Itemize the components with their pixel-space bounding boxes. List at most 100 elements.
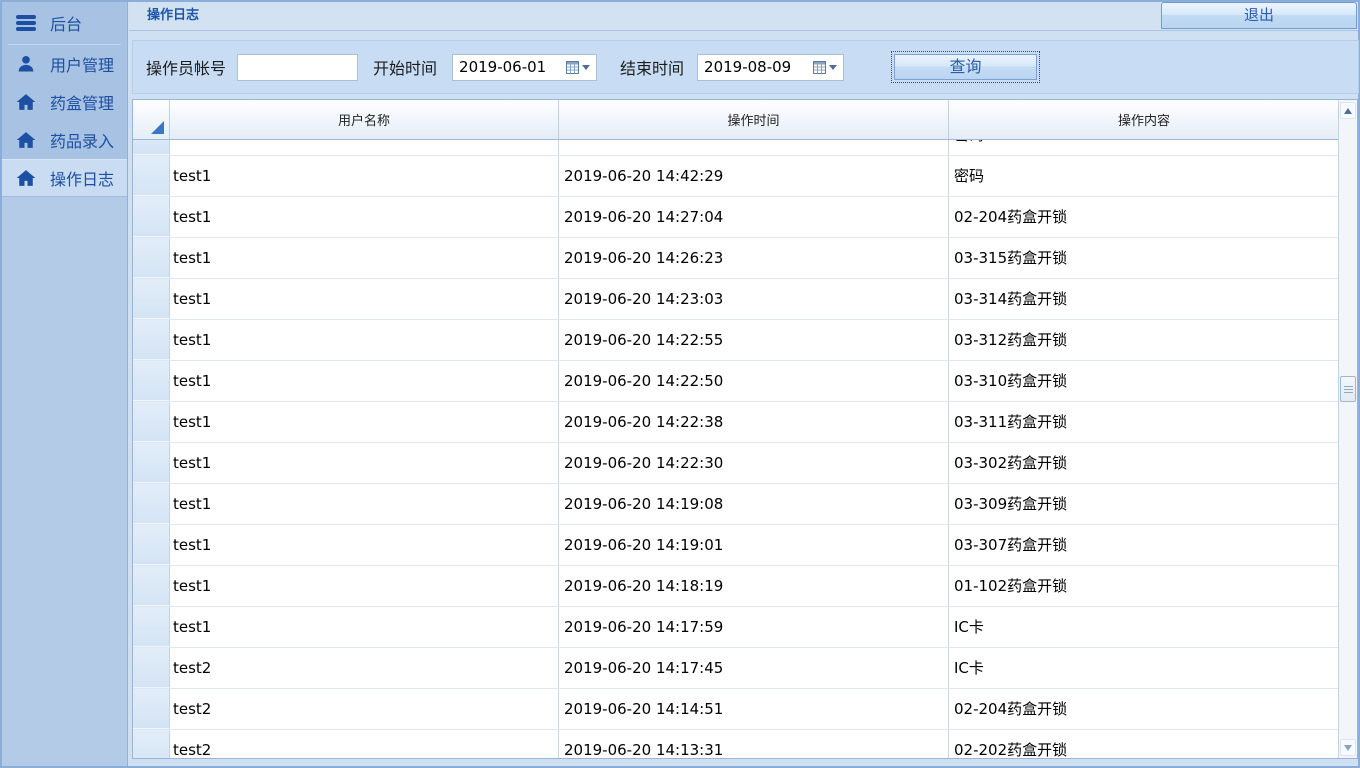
row-selector-cell[interactable] — [133, 443, 170, 483]
row-selector-cell[interactable] — [133, 320, 170, 360]
logout-button[interactable]: 退出 — [1161, 2, 1357, 29]
clipped-table-row[interactable]: test1 2019-06-20 14:45:46 密码 — [133, 140, 1338, 156]
row-selector-cell[interactable] — [133, 689, 170, 729]
menu-icon[interactable] — [14, 11, 38, 35]
scrollbar-up-button[interactable] — [1340, 102, 1356, 119]
cell-username[interactable]: test2 — [170, 689, 559, 729]
cell-username[interactable]: test1 — [170, 156, 559, 196]
cell-username[interactable]: test1 — [170, 484, 559, 524]
end-date-picker[interactable]: 2019-08-09 — [697, 54, 844, 81]
cell-username[interactable]: test1 — [170, 238, 559, 278]
column-header-username[interactable]: 用户名称 — [170, 100, 559, 139]
scrollbar-down-button[interactable] — [1340, 739, 1356, 756]
table-row[interactable]: test1 2019-06-20 14:23:03 03-314药盒开锁 — [133, 279, 1338, 320]
cell-operation-time[interactable]: 2019-06-20 14:14:51 — [559, 689, 949, 729]
cell-operation-time[interactable]: 2019-06-20 14:13:31 — [559, 730, 949, 758]
table-row[interactable]: test1 2019-06-20 14:22:30 03-302药盒开锁 — [133, 443, 1338, 484]
cell-operation-content[interactable]: 03-314药盒开锁 — [949, 279, 1338, 319]
sidebar-item-user-management[interactable]: 用户管理 — [2, 45, 127, 83]
table-row[interactable]: test1 2019-06-20 14:18:19 01-102药盒开锁 — [133, 566, 1338, 607]
calendar-icon[interactable] — [566, 61, 579, 74]
table-row[interactable]: test1 2019-06-20 14:17:59 IC卡 — [133, 607, 1338, 648]
table-row[interactable]: test2 2019-06-20 14:14:51 02-204药盒开锁 — [133, 689, 1338, 730]
query-button[interactable]: 查询 — [894, 54, 1037, 80]
cell-username[interactable]: test1 — [170, 361, 559, 401]
column-header-operation-time[interactable]: 操作时间 — [559, 100, 949, 139]
cell-operation-time[interactable]: 2019-06-20 14:42:29 — [559, 156, 949, 196]
cell-operation-time[interactable]: 2019-06-20 14:27:04 — [559, 197, 949, 237]
cell-username[interactable]: test2 — [170, 648, 559, 688]
cell-operation-content[interactable]: 密码 — [949, 140, 1338, 155]
table-row[interactable]: test1 2019-06-20 14:22:50 03-310药盒开锁 — [133, 361, 1338, 402]
select-all-corner-cell[interactable] — [133, 100, 170, 139]
cell-operation-content[interactable]: 03-302药盒开锁 — [949, 443, 1338, 483]
cell-username[interactable]: test2 — [170, 730, 559, 758]
cell-operation-content[interactable]: 01-102药盒开锁 — [949, 566, 1338, 606]
sidebar-item-medicine-box-management[interactable]: 药盒管理 — [2, 83, 127, 121]
chevron-down-icon[interactable] — [582, 65, 590, 70]
row-selector-cell[interactable] — [133, 238, 170, 278]
scrollbar-thumb[interactable] — [1340, 376, 1356, 402]
row-selector-cell[interactable] — [133, 607, 170, 647]
cell-username[interactable]: test1 — [170, 320, 559, 360]
row-selector-cell[interactable] — [133, 197, 170, 237]
cell-operation-time[interactable]: 2019-06-20 14:19:01 — [559, 525, 949, 565]
cell-operation-content[interactable]: 03-315药盒开锁 — [949, 238, 1338, 278]
row-selector-cell[interactable] — [133, 279, 170, 319]
table-row[interactable]: test1 2019-06-20 14:26:23 03-315药盒开锁 — [133, 238, 1338, 279]
table-row[interactable]: test2 2019-06-20 14:13:31 02-202药盒开锁 — [133, 730, 1338, 758]
cell-operation-content[interactable]: IC卡 — [949, 648, 1338, 688]
cell-username[interactable]: test1 — [170, 607, 559, 647]
cell-username[interactable]: test1 — [170, 140, 559, 155]
vertical-scrollbar[interactable] — [1338, 100, 1357, 758]
row-selector-cell[interactable] — [133, 566, 170, 606]
calendar-icon[interactable] — [813, 61, 826, 74]
cell-operation-content[interactable]: 密码 — [949, 156, 1338, 196]
row-selector-cell[interactable] — [133, 361, 170, 401]
table-row[interactable]: test1 2019-06-20 14:19:01 03-307药盒开锁 — [133, 525, 1338, 566]
table-row[interactable]: test1 2019-06-20 14:42:29 密码 — [133, 156, 1338, 197]
cell-username[interactable]: test1 — [170, 525, 559, 565]
table-row[interactable]: test2 2019-06-20 14:17:45 IC卡 — [133, 648, 1338, 689]
table-row[interactable]: test1 2019-06-20 14:45:46 密码 — [133, 140, 1338, 156]
cell-username[interactable]: test1 — [170, 566, 559, 606]
cell-operation-time[interactable]: 2019-06-20 14:17:45 — [559, 648, 949, 688]
row-selector-cell[interactable] — [133, 140, 170, 155]
table-row[interactable]: test1 2019-06-20 14:22:38 03-311药盒开锁 — [133, 402, 1338, 443]
cell-username[interactable]: test1 — [170, 443, 559, 483]
table-row[interactable]: test1 2019-06-20 14:22:55 03-312药盒开锁 — [133, 320, 1338, 361]
cell-operation-content[interactable]: 03-307药盒开锁 — [949, 525, 1338, 565]
sidebar-item-drug-entry[interactable]: 药品录入 — [2, 121, 127, 159]
cell-operation-content[interactable]: 02-204药盒开锁 — [949, 689, 1338, 729]
row-selector-cell[interactable] — [133, 730, 170, 758]
row-selector-cell[interactable] — [133, 156, 170, 196]
cell-username[interactable]: test1 — [170, 197, 559, 237]
row-selector-cell[interactable] — [133, 525, 170, 565]
cell-username[interactable]: test1 — [170, 402, 559, 442]
cell-operation-time[interactable]: 2019-06-20 14:22:50 — [559, 361, 949, 401]
cell-operation-content[interactable]: 03-312药盒开锁 — [949, 320, 1338, 360]
column-header-operation-content[interactable]: 操作内容 — [949, 100, 1340, 139]
cell-operation-content[interactable]: 03-310药盒开锁 — [949, 361, 1338, 401]
cell-operation-time[interactable]: 2019-06-20 14:23:03 — [559, 279, 949, 319]
sidebar-item-backend[interactable]: 后台 — [2, 2, 127, 44]
row-selector-cell[interactable] — [133, 648, 170, 688]
cell-operation-time[interactable]: 2019-06-20 14:18:19 — [559, 566, 949, 606]
cell-operation-content[interactable]: 03-311药盒开锁 — [949, 402, 1338, 442]
table-row[interactable]: test1 2019-06-20 14:27:04 02-204药盒开锁 — [133, 197, 1338, 238]
cell-operation-time[interactable]: 2019-06-20 14:17:59 — [559, 607, 949, 647]
cell-operation-content[interactable]: 02-204药盒开锁 — [949, 197, 1338, 237]
cell-operation-time[interactable]: 2019-06-20 14:45:46 — [559, 140, 949, 155]
table-row[interactable]: test1 2019-06-20 14:19:08 03-309药盒开锁 — [133, 484, 1338, 525]
cell-operation-time[interactable]: 2019-06-20 14:19:08 — [559, 484, 949, 524]
sidebar-item-operation-log[interactable]: 操作日志 — [2, 159, 127, 197]
cell-operation-content[interactable]: 03-309药盒开锁 — [949, 484, 1338, 524]
row-selector-cell[interactable] — [133, 402, 170, 442]
cell-operation-time[interactable]: 2019-06-20 14:22:55 — [559, 320, 949, 360]
cell-operation-time[interactable]: 2019-06-20 14:26:23 — [559, 238, 949, 278]
row-selector-cell[interactable] — [133, 484, 170, 524]
cell-operation-content[interactable]: 02-202药盒开锁 — [949, 730, 1338, 758]
start-date-picker[interactable]: 2019-06-01 — [452, 54, 597, 81]
cell-username[interactable]: test1 — [170, 279, 559, 319]
cell-operation-time[interactable]: 2019-06-20 14:22:38 — [559, 402, 949, 442]
